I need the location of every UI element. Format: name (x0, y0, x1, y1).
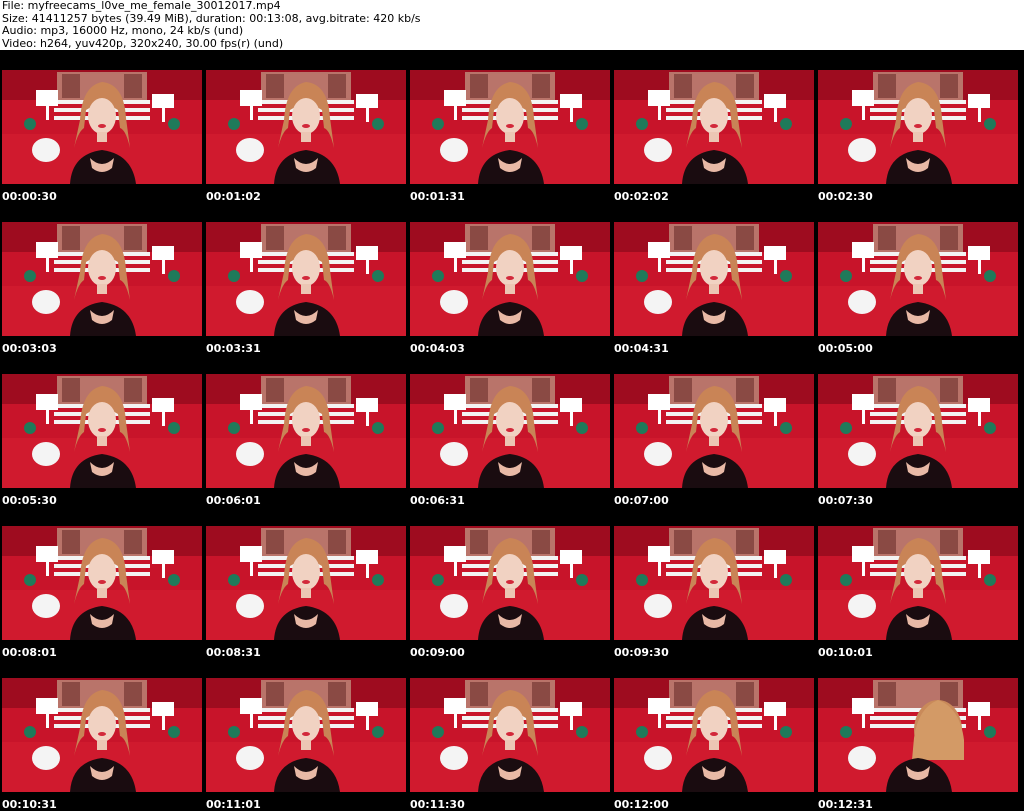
thumbnail-cell: 00:09:30 (612, 506, 816, 659)
size-duration-line: Size: 41411257 bytes (39.49 MiB), durati… (2, 12, 421, 25)
video-frame-thumbnail (206, 70, 406, 184)
thumbnail-cell: 00:05:30 (0, 354, 204, 507)
video-frame-thumbnail (410, 222, 610, 336)
thumbnail-cell: 00:03:31 (204, 202, 408, 355)
thumbnail-cell: 00:06:01 (204, 354, 408, 507)
thumbnail-cell: 00:10:01 (816, 506, 1020, 659)
video-frame-thumbnail (818, 678, 1018, 792)
video-frame-thumbnail (614, 526, 814, 640)
frame-timestamp: 00:11:01 (206, 798, 261, 811)
file-name-line: File: myfreecams_l0ve_me_female_30012017… (2, 0, 281, 12)
thumbnail-cell: 00:01:02 (204, 50, 408, 203)
thumbnail-cell: 00:05:00 (816, 202, 1020, 355)
video-frame-thumbnail (2, 526, 202, 640)
frame-timestamp: 00:12:00 (614, 798, 669, 811)
video-frame-thumbnail (2, 222, 202, 336)
video-frame-thumbnail (614, 374, 814, 488)
video-frame-thumbnail (2, 678, 202, 792)
thumbnail-cell: 00:10:31 (0, 658, 204, 811)
thumbnail-cell: 00:04:31 (612, 202, 816, 355)
frame-timestamp: 00:12:31 (818, 798, 873, 811)
video-frame-thumbnail (410, 374, 610, 488)
video-frame-thumbnail (2, 70, 202, 184)
video-frame-thumbnail (818, 526, 1018, 640)
video-info-line: Video: h264, yuv420p, 320x240, 30.00 fps… (2, 37, 284, 50)
video-frame-thumbnail (818, 374, 1018, 488)
thumbnail-cell: 00:02:30 (816, 50, 1020, 203)
video-frame-thumbnail (614, 678, 814, 792)
thumbnail-cell: 00:07:30 (816, 354, 1020, 507)
thumbnail-cell: 00:00:30 (0, 50, 204, 203)
audio-info-line: Audio: mp3, 16000 Hz, mono, 24 kb/s (und… (2, 25, 244, 37)
thumbnail-cell: 00:11:30 (408, 658, 612, 811)
video-frame-thumbnail (206, 678, 406, 792)
thumbnail-cell: 00:04:03 (408, 202, 612, 355)
video-frame-thumbnail (206, 526, 406, 640)
video-frame-thumbnail (614, 70, 814, 184)
video-frame-thumbnail (2, 374, 202, 488)
thumbnail-cell: 00:12:31 (816, 658, 1020, 811)
thumbnail-cell: 00:12:00 (612, 658, 816, 811)
thumbnail-cell: 00:06:31 (408, 354, 612, 507)
thumbnail-cell: 00:09:00 (408, 506, 612, 659)
thumbnail-cell: 00:02:02 (612, 50, 816, 203)
video-frame-thumbnail (410, 70, 610, 184)
thumbnail-cell: 00:07:00 (612, 354, 816, 507)
thumbnail-cell: 00:01:31 (408, 50, 612, 203)
thumbnail-cell: 00:03:03 (0, 202, 204, 355)
video-frame-thumbnail (818, 70, 1018, 184)
video-frame-thumbnail (410, 526, 610, 640)
video-frame-thumbnail (410, 678, 610, 792)
thumbnail-grid: 00:00:30 00:01:02 00:01:31 00:02:02 00:02:30… (0, 50, 1024, 811)
frame-timestamp: 00:11:30 (410, 798, 465, 811)
thumbnail-cell: 00:11:01 (204, 658, 408, 811)
video-frame-thumbnail (614, 222, 814, 336)
file-info-header: File: myfreecams_l0ve_me_female_30012017… (0, 0, 1024, 50)
frame-timestamp: 00:10:31 (2, 798, 57, 811)
video-frame-thumbnail (818, 222, 1018, 336)
thumbnail-cell: 00:08:01 (0, 506, 204, 659)
thumbnail-cell: 00:08:31 (204, 506, 408, 659)
video-frame-thumbnail (206, 222, 406, 336)
video-frame-thumbnail (206, 374, 406, 488)
